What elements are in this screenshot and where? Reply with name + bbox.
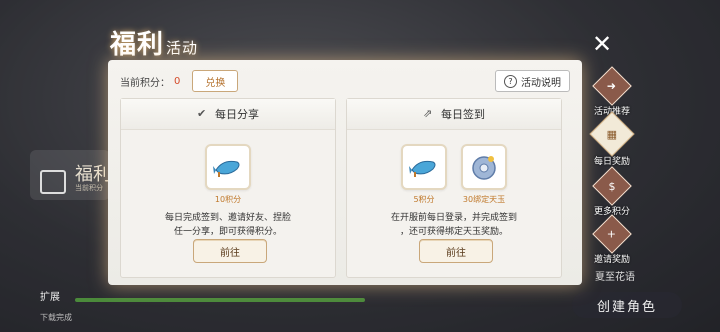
reward-slot — [401, 144, 447, 190]
card-header: ✔ 每日分享 — [121, 99, 335, 130]
download-progress-bar — [75, 298, 365, 302]
coin-bag-icon: $ — [592, 166, 632, 206]
activity-help-button[interactable]: ? 活动说明 — [495, 70, 570, 92]
description-line: 在开服前每日登录，并完成签到 — [390, 213, 517, 223]
card-title: 每日分享 — [215, 108, 259, 121]
reward-list: 5积分 30绑定天玉 — [347, 144, 561, 205]
background-right-text: 夏至花语 — [595, 272, 635, 283]
fish-icon — [213, 160, 240, 177]
share-arrow-icon: ⇗ — [423, 107, 433, 120]
welfare-modal: 当前积分： 0 兑换 ? 活动说明 ✔ 每日分享 10积分 每日完成签到、邀请好… — [108, 60, 582, 285]
sidebar-item-invite-reward[interactable]: + 邀请奖励 — [582, 214, 642, 265]
modal-toolbar: 当前积分： 0 兑换 ? 活动说明 — [120, 70, 570, 92]
daily-checkin-card: ⇗ 每日签到 5积分 30绑定天玉 在开服前每日登录，并完成签到 ，还可获得绑定… — [346, 98, 562, 278]
sidebar-item-recommend[interactable]: ➜ 活动推荐 — [582, 66, 642, 117]
reward-item[interactable]: 10积分 — [205, 144, 251, 205]
points-label: 当前积分： — [120, 77, 170, 89]
card-description: 在开服前每日登录，并完成签到 ，还可获得绑定天玉奖励。 — [347, 211, 561, 239]
fish-icon — [409, 160, 436, 177]
background-panel-subtitle: 当前积分 — [75, 184, 103, 192]
create-role-button[interactable]: 创建角色 — [572, 292, 682, 318]
title-sub: 活动 — [166, 39, 199, 57]
reward-label: 10积分 — [214, 195, 242, 204]
page-title: 福利 活动 — [110, 24, 198, 61]
description-line: 任一分享，即可获得积分。 — [173, 227, 282, 237]
description-line: 每日完成签到、邀请好友、捏脸 — [164, 213, 291, 223]
reward-label: 5积分 — [413, 195, 435, 204]
activity-help-label: 活动说明 — [521, 77, 561, 89]
reward-label: 30绑定天玉 — [462, 195, 506, 204]
checkin-go-button[interactable]: 前往 — [419, 239, 493, 263]
description-line: ，还可获得绑定天玉奖励。 — [399, 227, 508, 237]
download-label: 扩展 — [40, 292, 60, 303]
exchange-button[interactable]: 兑换 — [192, 70, 239, 92]
download-status: 下载完成 — [40, 313, 72, 322]
share-go-button[interactable]: 前往 — [193, 239, 267, 263]
calendar-icon: ▦ — [589, 111, 635, 157]
sidebar-item-label: 邀请奖励 — [593, 255, 630, 265]
reward-item[interactable]: 30绑定天玉 — [461, 144, 507, 205]
jade-icon — [472, 156, 496, 180]
sidebar-item-daily-reward[interactable]: ▦ 每日奖励 — [582, 111, 642, 167]
daily-share-card: ✔ 每日分享 10积分 每日完成签到、邀请好友、捏脸 任一分享，即可获得积分。 … — [120, 98, 336, 278]
close-icon[interactable]: ✕ — [590, 32, 614, 56]
sidebar-item-more-points[interactable]: $ 更多积分 — [582, 166, 642, 217]
reward-slot — [205, 144, 251, 190]
question-icon: ? — [504, 74, 517, 88]
card-header: ⇗ 每日签到 — [347, 99, 561, 130]
points-value: 0 — [174, 75, 181, 87]
reward-item[interactable]: 5积分 — [401, 144, 447, 205]
title-main: 福利 — [110, 30, 165, 60]
person-add-icon: + — [592, 214, 632, 254]
reward-slot — [461, 144, 507, 190]
reward-list: 10积分 — [121, 144, 335, 205]
gift-icon — [40, 170, 66, 194]
arrow-icon: ➜ — [592, 66, 632, 106]
card-title: 每日签到 — [441, 108, 485, 121]
check-circle-icon: ✔ — [197, 107, 207, 120]
card-description: 每日完成签到、邀请好友、捏脸 任一分享，即可获得积分。 — [121, 211, 335, 239]
